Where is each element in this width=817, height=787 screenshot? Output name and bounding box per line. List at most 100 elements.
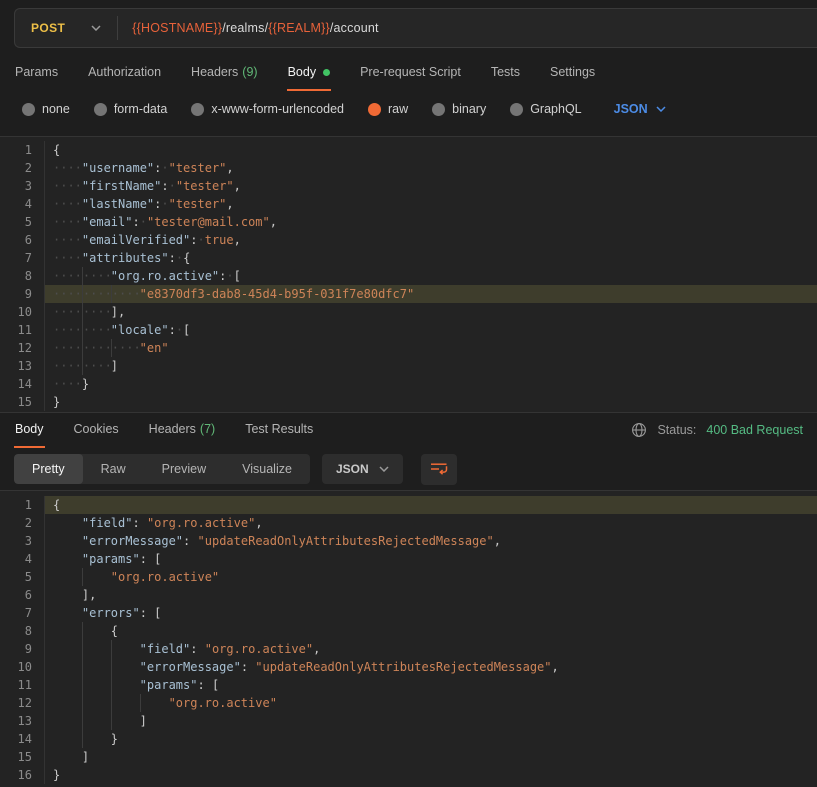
code-line[interactable]: 10········],: [0, 303, 817, 321]
tab-cookies[interactable]: Cookies: [73, 413, 120, 448]
wrap-text-button[interactable]: [421, 454, 457, 485]
view-tab-preview[interactable]: Preview: [144, 454, 224, 484]
view-tab-pretty[interactable]: Pretty: [14, 454, 83, 484]
tab-pre-request-script[interactable]: Pre-request Script: [359, 56, 462, 91]
line-number: 13: [0, 357, 44, 375]
response-tabs: Body Cookies Headers(7) Test Results Sta…: [0, 412, 817, 448]
line-number: 4: [0, 195, 44, 213]
code-line: 11 "params": [: [0, 676, 817, 694]
method-label: POST: [31, 21, 65, 35]
chevron-down-icon: [91, 25, 101, 31]
request-tabs: Params Authorization Headers(9) Body Pre…: [0, 56, 817, 90]
wrap-text-icon: [430, 462, 448, 476]
code-line[interactable]: 12············"en": [0, 339, 817, 357]
code-line[interactable]: 14····}: [0, 375, 817, 393]
response-format-selector[interactable]: JSON: [322, 454, 403, 484]
line-number: 15: [0, 748, 44, 766]
line-number: 5: [0, 568, 44, 586]
code-line[interactable]: 5····"email":·"tester@mail.com",: [0, 213, 817, 231]
tab-response-body[interactable]: Body: [14, 413, 45, 448]
line-number: 2: [0, 514, 44, 532]
line-number: 11: [0, 321, 44, 339]
code-line: 9 "field": "org.ro.active",: [0, 640, 817, 658]
view-tab-visualize[interactable]: Visualize: [224, 454, 310, 484]
code-line[interactable]: 9············"e8370df3-dab8-45d4-b95f-03…: [0, 285, 817, 303]
tab-params[interactable]: Params: [14, 56, 59, 91]
code-line[interactable]: 15}: [0, 393, 817, 411]
url-input[interactable]: {{HOSTNAME}}/realms/{{REALM}}/account: [132, 21, 378, 35]
line-number: 14: [0, 730, 44, 748]
body-content-dot-indicator: [323, 69, 330, 76]
chevron-down-icon: [379, 466, 389, 472]
line-number: 6: [0, 586, 44, 604]
url-segment-realm-var: {{REALM}}: [268, 21, 330, 35]
line-number: 6: [0, 231, 44, 249]
chevron-down-icon: [656, 106, 666, 112]
line-number: 10: [0, 303, 44, 321]
line-number: 5: [0, 213, 44, 231]
tab-tests[interactable]: Tests: [490, 56, 521, 91]
code-line[interactable]: 2····"username":·"tester",: [0, 159, 817, 177]
radio-circle-icon: [432, 103, 445, 116]
line-number: 3: [0, 532, 44, 550]
line-number: 7: [0, 604, 44, 622]
tab-response-headers[interactable]: Headers(7): [148, 413, 217, 448]
status-label: Status:: [657, 423, 696, 437]
line-number: 12: [0, 339, 44, 357]
radio-none[interactable]: none: [22, 102, 70, 116]
code-line[interactable]: 3····"firstName":·"tester",: [0, 177, 817, 195]
line-number: 2: [0, 159, 44, 177]
response-status: Status: 400 Bad Request: [631, 413, 803, 438]
code-line: 10 "errorMessage": "updateReadOnlyAttrib…: [0, 658, 817, 676]
code-line[interactable]: 6····"emailVerified":·true,: [0, 231, 817, 249]
line-number: 13: [0, 712, 44, 730]
response-body-viewer[interactable]: 1{2 "field": "org.ro.active",3 "errorMes…: [0, 490, 817, 787]
radio-circle-icon: [22, 103, 35, 116]
code-line[interactable]: 1{: [0, 141, 817, 159]
code-line: 12 "org.ro.active": [0, 694, 817, 712]
code-line[interactable]: 11········"locale":·[: [0, 321, 817, 339]
radio-circle-icon: [191, 103, 204, 116]
code-line[interactable]: 4····"lastName":·"tester",: [0, 195, 817, 213]
code-line[interactable]: 7····"attributes":·{: [0, 249, 817, 267]
radio-circle-icon: [94, 103, 107, 116]
headers-count-badge: (9): [242, 65, 257, 79]
view-tab-raw[interactable]: Raw: [83, 454, 144, 484]
tab-test-results[interactable]: Test Results: [244, 413, 314, 448]
radio-form-data[interactable]: form-data: [94, 102, 168, 116]
line-number: 10: [0, 658, 44, 676]
code-line: 1{: [0, 496, 817, 514]
divider: [117, 16, 118, 40]
radio-graphql[interactable]: GraphQL: [510, 102, 581, 116]
tab-authorization[interactable]: Authorization: [87, 56, 162, 91]
body-format-selector[interactable]: JSON: [614, 102, 666, 116]
line-number: 1: [0, 141, 44, 159]
line-number: 8: [0, 267, 44, 285]
code-line: 8 {: [0, 622, 817, 640]
radio-binary[interactable]: binary: [432, 102, 486, 116]
radio-circle-icon: [510, 103, 523, 116]
code-line: 5 "org.ro.active": [0, 568, 817, 586]
line-number: 12: [0, 694, 44, 712]
code-line: 16}: [0, 766, 817, 784]
radio-x-www-form-urlencoded[interactable]: x-www-form-urlencoded: [191, 102, 344, 116]
method-selector[interactable]: POST: [15, 21, 117, 35]
code-line: 3 "errorMessage": "updateReadOnlyAttribu…: [0, 532, 817, 550]
line-number: 9: [0, 640, 44, 658]
tab-settings[interactable]: Settings: [549, 56, 596, 91]
line-number: 7: [0, 249, 44, 267]
tab-headers[interactable]: Headers(9): [190, 56, 259, 91]
request-body-editor[interactable]: 1{2····"username":·"tester",3····"firstN…: [0, 136, 817, 412]
status-value[interactable]: 400 Bad Request: [706, 423, 803, 437]
code-line[interactable]: 13········]: [0, 357, 817, 375]
line-number: 1: [0, 496, 44, 514]
url-segment-hostname-var: {{HOSTNAME}}: [132, 21, 222, 35]
line-number: 15: [0, 393, 44, 411]
url-segment-path: /realms/: [222, 21, 268, 35]
code-line: 6 ],: [0, 586, 817, 604]
tab-body[interactable]: Body: [287, 56, 332, 91]
radio-raw[interactable]: raw: [368, 102, 408, 116]
globe-icon[interactable]: [631, 422, 647, 438]
code-line[interactable]: 8········"org.ro.active":·[: [0, 267, 817, 285]
line-number: 8: [0, 622, 44, 640]
